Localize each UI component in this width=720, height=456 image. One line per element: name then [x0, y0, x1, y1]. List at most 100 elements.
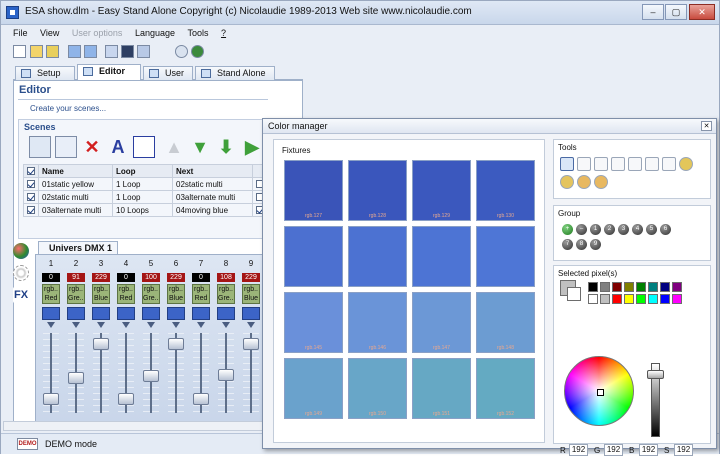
fixture-cell[interactable]: rgb.146 [348, 292, 407, 353]
properties-icon[interactable] [133, 136, 155, 158]
fader-thumb[interactable] [168, 337, 184, 350]
reset-icon[interactable] [577, 175, 591, 189]
fixture-cell[interactable]: rgb.149 [284, 358, 343, 419]
scene-name[interactable]: 02static multi [38, 190, 113, 204]
connect-icon[interactable] [159, 45, 172, 58]
column-name[interactable]: Name [38, 164, 113, 178]
gold-tool-icon[interactable] [679, 157, 693, 171]
group-button[interactable]: 2 [604, 224, 615, 235]
fader-thumb[interactable] [218, 369, 234, 382]
pen-tool-icon[interactable] [594, 157, 608, 171]
group-button[interactable]: – [576, 224, 587, 235]
fixture-cell[interactable]: rgb.152 [476, 358, 535, 419]
fixture-cell[interactable]: rgb.150 [348, 358, 407, 419]
tab-univers-dmx[interactable]: Univers DMX 1 [38, 241, 118, 254]
fixture-cell[interactable] [348, 226, 407, 287]
ellipse-tool-icon[interactable] [628, 157, 642, 171]
column-loop[interactable]: Loop [112, 164, 173, 178]
palette-swatch[interactable] [588, 294, 598, 304]
fader-thumb[interactable] [118, 392, 134, 405]
fixture-cell[interactable]: rgb.151 [412, 358, 471, 419]
info-icon[interactable] [594, 175, 608, 189]
secondary-color-swatch[interactable] [567, 287, 581, 301]
palette-swatch[interactable] [600, 294, 610, 304]
save-icon[interactable] [46, 45, 59, 58]
column-next[interactable]: Next [172, 164, 253, 178]
move-up-icon[interactable]: ▲ [163, 136, 185, 158]
rectangle-tool-icon[interactable] [611, 157, 625, 171]
group-button[interactable]: 4 [632, 224, 643, 235]
palette-swatch[interactable] [648, 282, 658, 292]
palette-swatch[interactable] [624, 294, 634, 304]
undo-icon[interactable] [68, 45, 81, 58]
row-checkbox[interactable] [27, 193, 35, 202]
fx-icon[interactable]: FX [13, 287, 29, 303]
download-icon[interactable]: ⬇ [215, 136, 237, 158]
chevron-down-icon[interactable] [222, 322, 230, 328]
row-checkbox[interactable] [27, 206, 35, 215]
scene-name[interactable]: 03alternate multi [38, 203, 113, 217]
globe-icon[interactable] [175, 45, 188, 58]
fill-tool-icon[interactable] [645, 157, 659, 171]
palette-swatch[interactable] [660, 282, 670, 292]
palette-swatch[interactable] [600, 282, 610, 292]
tab-setup[interactable]: Setup [15, 66, 75, 80]
chevron-down-icon[interactable] [147, 322, 155, 328]
palette-swatch[interactable] [660, 294, 670, 304]
palette-swatch[interactable] [672, 282, 682, 292]
color-wheel[interactable] [564, 356, 634, 426]
row-checkbox-cell[interactable] [23, 190, 39, 204]
fader-thumb[interactable] [243, 337, 259, 350]
menu-help[interactable]: ? [221, 28, 226, 38]
fader-thumb[interactable] [193, 392, 209, 405]
select-all-checkbox[interactable] [27, 167, 35, 176]
group-button[interactable]: 6 [660, 224, 671, 235]
scene-next[interactable]: 02static multi [172, 177, 253, 191]
rename-icon[interactable]: A [107, 136, 129, 158]
green-input[interactable]: 192 [604, 444, 623, 456]
palette-swatch[interactable] [672, 294, 682, 304]
fixture-cell[interactable]: rgb.148 [476, 292, 535, 353]
red-input[interactable]: 192 [569, 444, 588, 456]
create-scenes-link[interactable]: Create your scenes... [30, 104, 106, 113]
scene-grid-icon[interactable] [121, 45, 134, 58]
tab-stand-alone[interactable]: Stand Alone [195, 66, 275, 80]
chevron-down-icon[interactable] [72, 322, 80, 328]
table-row[interactable]: 01static yellow 1 Loop 02static multi [23, 177, 273, 191]
maximize-button[interactable]: ▢ [665, 4, 687, 20]
scene-loop[interactable]: 1 Loop [112, 177, 173, 191]
check-all-icon[interactable] [29, 136, 51, 158]
fixture-cell[interactable]: rgb.145 [284, 292, 343, 353]
group-button[interactable]: 3 [618, 224, 629, 235]
saturation-input[interactable]: 192 [674, 444, 693, 456]
chevron-down-icon[interactable] [247, 322, 255, 328]
group-button[interactable]: 9 [590, 239, 601, 250]
group-button[interactable]: 8 [576, 239, 587, 250]
table-row[interactable]: 03alternate multi 10 Loops 04moving blue [23, 203, 273, 217]
fader-thumb[interactable] [68, 372, 84, 385]
open-folder-icon[interactable] [30, 45, 43, 58]
menu-user-options[interactable]: User options [72, 28, 123, 38]
scene-loop[interactable]: 10 Loops [112, 203, 173, 217]
color-wheel-marker[interactable] [597, 389, 604, 396]
dropper-tool-icon[interactable] [662, 157, 676, 171]
palette-swatch[interactable] [624, 282, 634, 292]
color-icon[interactable] [13, 243, 29, 259]
scene-name[interactable]: 01static yellow [38, 177, 113, 191]
edit-layout-icon[interactable] [137, 45, 150, 58]
palette-swatch[interactable] [588, 282, 598, 292]
fixture-cell[interactable] [284, 226, 343, 287]
row-checkbox-cell[interactable] [23, 203, 39, 217]
redo-icon[interactable] [84, 45, 97, 58]
scene-next[interactable]: 04moving blue [172, 203, 253, 217]
fader-thumb[interactable] [143, 370, 159, 383]
palette-swatch[interactable] [612, 294, 622, 304]
play-icon[interactable]: ▶ [241, 136, 263, 158]
table-row[interactable]: 02static multi 1 Loop 03alternate multi [23, 190, 273, 204]
chevron-down-icon[interactable] [47, 322, 55, 328]
palette-swatch[interactable] [636, 294, 646, 304]
select-tool-icon[interactable] [560, 157, 574, 171]
fixture-cell[interactable]: rgb.129 [412, 160, 471, 221]
palette-swatch[interactable] [612, 282, 622, 292]
brightness-slider-thumb[interactable] [647, 370, 664, 379]
